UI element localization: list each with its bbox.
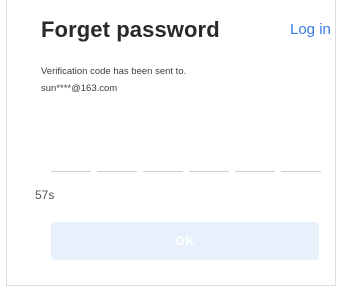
login-link[interactable]: Log in (290, 21, 331, 38)
masked-email: sun****@163.com (41, 83, 118, 94)
code-slot-4[interactable] (189, 159, 229, 172)
code-slot-6[interactable] (281, 159, 321, 172)
page-title: Forget password (41, 17, 220, 42)
code-slot-2[interactable] (97, 159, 137, 172)
verification-message: Verification code has been sent to. sun*… (41, 63, 186, 97)
code-slot-3[interactable] (143, 159, 183, 172)
resend-countdown: 57s (35, 188, 55, 202)
ok-button[interactable]: OK (51, 222, 319, 260)
verification-code-input (51, 159, 321, 172)
code-slot-5[interactable] (235, 159, 275, 172)
code-slot-1[interactable] (51, 159, 91, 172)
verification-text: Verification code has been sent to. (41, 66, 187, 77)
